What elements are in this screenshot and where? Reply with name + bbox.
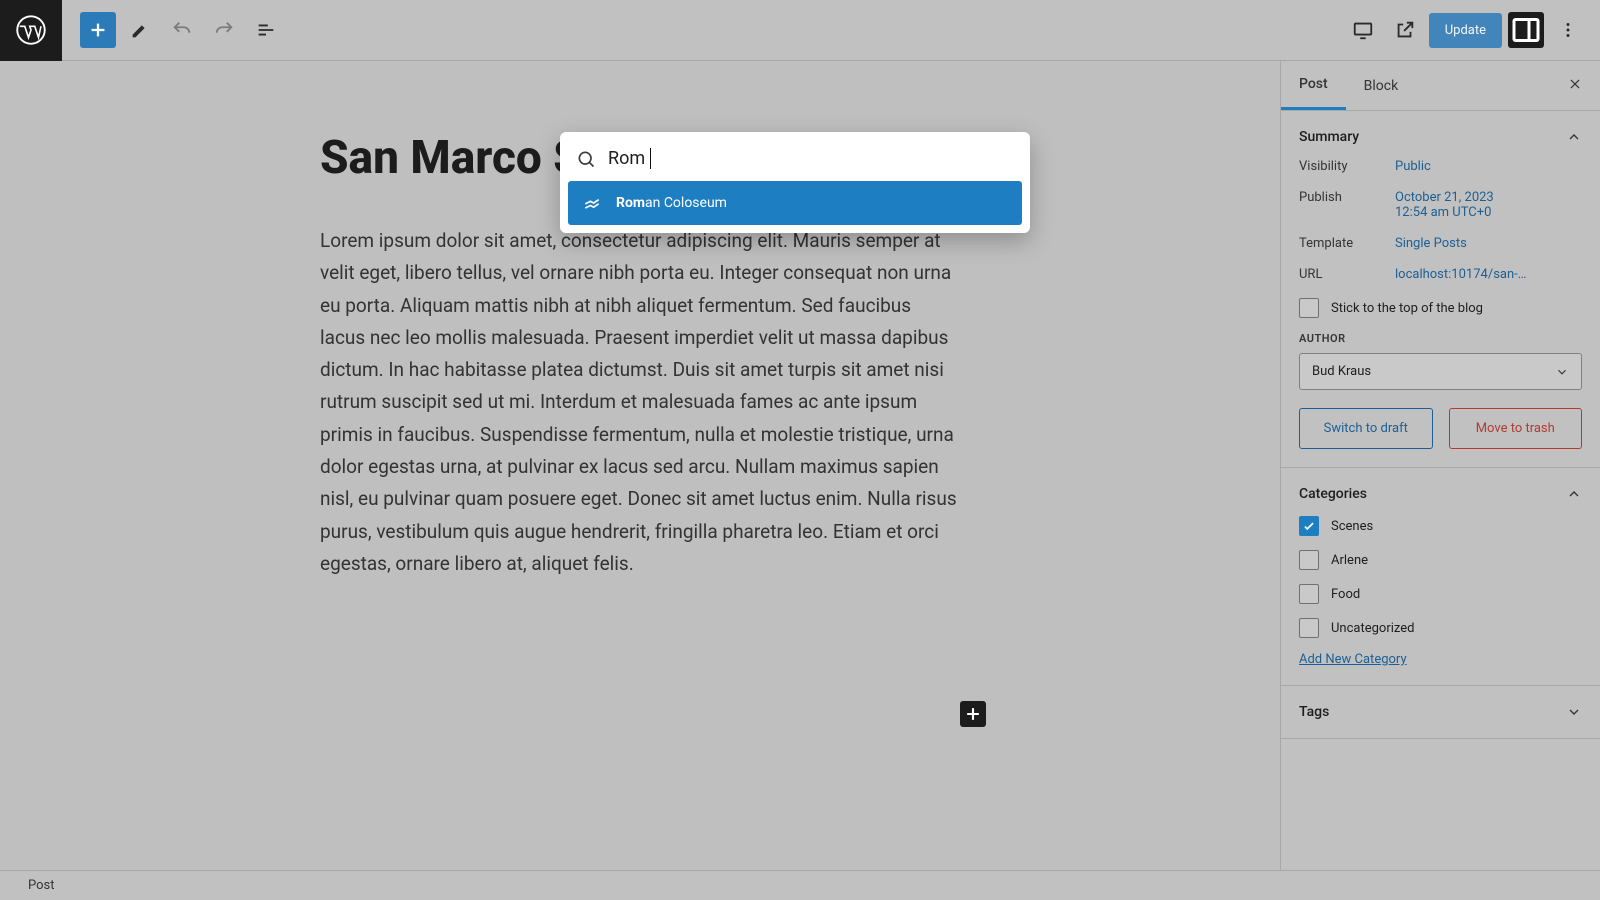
redo-icon bbox=[213, 19, 235, 41]
options-button[interactable] bbox=[1550, 12, 1586, 48]
document-overview-button[interactable] bbox=[248, 12, 284, 48]
editor-footer: Post bbox=[0, 870, 1600, 900]
switch-to-draft-button[interactable]: Switch to draft bbox=[1299, 408, 1433, 449]
add-block-button[interactable] bbox=[80, 12, 116, 48]
update-button[interactable]: Update bbox=[1429, 13, 1502, 48]
chevron-up-icon bbox=[1566, 129, 1582, 145]
pencil-icon bbox=[129, 19, 151, 41]
view-button[interactable] bbox=[1345, 12, 1381, 48]
list-icon bbox=[255, 19, 277, 41]
settings-sidebar-toggle[interactable] bbox=[1508, 12, 1544, 48]
category-row[interactable]: Scenes bbox=[1299, 516, 1582, 536]
top-toolbar: Update bbox=[0, 0, 1600, 61]
row-publish: Publish October 21, 2023 12:54 am UTC+0 bbox=[1299, 190, 1582, 220]
add-block-inline-button[interactable] bbox=[960, 701, 986, 727]
sidebar-tabs: Post Block bbox=[1281, 61, 1600, 111]
check-icon bbox=[1302, 519, 1316, 533]
panel-summary-toggle[interactable]: Summary bbox=[1299, 129, 1582, 145]
close-sidebar-button[interactable] bbox=[1550, 77, 1600, 95]
category-checkbox[interactable] bbox=[1299, 516, 1319, 536]
search-result-pattern[interactable]: Roman Coloseum bbox=[568, 181, 1022, 225]
toolbar-right: Update bbox=[1345, 12, 1600, 48]
category-checkbox[interactable] bbox=[1299, 584, 1319, 604]
settings-sidebar: Post Block Summary Visibility Public Pub… bbox=[1280, 61, 1600, 870]
row-url: URL localhost:10174/san-… bbox=[1299, 267, 1582, 282]
panel-tags-title: Tags bbox=[1299, 704, 1329, 720]
url-label: URL bbox=[1299, 267, 1395, 282]
post-body-paragraph[interactable]: Lorem ipsum dolor sit amet, consectetur … bbox=[320, 225, 960, 580]
author-select[interactable]: Bud Kraus bbox=[1299, 353, 1582, 390]
panel-categories-title: Categories bbox=[1299, 486, 1367, 502]
row-stick[interactable]: Stick to the top of the blog bbox=[1299, 298, 1582, 318]
stick-checkbox[interactable] bbox=[1299, 298, 1319, 318]
category-row[interactable]: Uncategorized bbox=[1299, 618, 1582, 638]
close-icon bbox=[1568, 77, 1582, 91]
row-visibility: Visibility Public bbox=[1299, 159, 1582, 174]
publish-value[interactable]: October 21, 2023 12:54 am UTC+0 bbox=[1395, 190, 1582, 220]
tools-button[interactable] bbox=[122, 12, 158, 48]
pattern-icon bbox=[582, 193, 602, 213]
search-icon bbox=[576, 149, 596, 169]
chevron-down-icon bbox=[1555, 365, 1569, 379]
wordpress-icon bbox=[16, 15, 46, 45]
category-checkbox[interactable] bbox=[1299, 618, 1319, 638]
plus-icon bbox=[87, 19, 109, 41]
panel-categories: Categories Scenes Arlene Food Uncategori… bbox=[1281, 468, 1600, 686]
plus-icon bbox=[963, 704, 983, 724]
template-value[interactable]: Single Posts bbox=[1395, 236, 1582, 251]
publish-label: Publish bbox=[1299, 190, 1395, 205]
toolbar-left bbox=[62, 12, 284, 48]
chevron-up-icon bbox=[1566, 486, 1582, 502]
block-search-row: Rom bbox=[568, 140, 1022, 181]
visibility-value[interactable]: Public bbox=[1395, 159, 1582, 174]
category-checkbox[interactable] bbox=[1299, 550, 1319, 570]
template-label: Template bbox=[1299, 236, 1395, 251]
panel-summary-title: Summary bbox=[1299, 129, 1359, 145]
undo-button[interactable] bbox=[164, 12, 200, 48]
category-label: Food bbox=[1331, 587, 1360, 602]
kebab-icon bbox=[1557, 19, 1579, 41]
tab-post[interactable]: Post bbox=[1281, 61, 1346, 110]
category-label: Scenes bbox=[1331, 519, 1373, 534]
chevron-down-icon bbox=[1566, 704, 1582, 720]
desktop-icon bbox=[1352, 19, 1374, 41]
block-search-popover: Rom Roman Coloseum bbox=[560, 132, 1030, 233]
url-value[interactable]: localhost:10174/san-… bbox=[1395, 267, 1582, 282]
visibility-label: Visibility bbox=[1299, 159, 1395, 174]
stick-label: Stick to the top of the blog bbox=[1331, 301, 1483, 316]
undo-icon bbox=[171, 19, 193, 41]
tab-block[interactable]: Block bbox=[1346, 61, 1417, 110]
panel-tags-toggle[interactable]: Tags bbox=[1299, 704, 1582, 720]
panel-tags: Tags bbox=[1281, 686, 1600, 739]
wp-logo[interactable] bbox=[0, 0, 62, 61]
external-link-icon bbox=[1394, 19, 1416, 41]
breadcrumb[interactable]: Post bbox=[28, 878, 55, 893]
search-result-label: Roman Coloseum bbox=[616, 195, 727, 211]
redo-button[interactable] bbox=[206, 12, 242, 48]
block-search-input[interactable]: Rom bbox=[608, 148, 1014, 169]
panel-categories-toggle[interactable]: Categories bbox=[1299, 486, 1582, 502]
row-template: Template Single Posts bbox=[1299, 236, 1582, 251]
preview-button[interactable] bbox=[1387, 12, 1423, 48]
panel-icon bbox=[1508, 12, 1544, 48]
author-heading: AUTHOR bbox=[1299, 332, 1582, 345]
category-label: Arlene bbox=[1331, 553, 1368, 568]
panel-summary: Summary Visibility Public Publish Octobe… bbox=[1281, 111, 1600, 468]
add-new-category-link[interactable]: Add New Category bbox=[1299, 652, 1582, 667]
author-value: Bud Kraus bbox=[1312, 364, 1371, 379]
category-row[interactable]: Arlene bbox=[1299, 550, 1582, 570]
summary-actions: Switch to draft Move to trash bbox=[1299, 408, 1582, 449]
category-row[interactable]: Food bbox=[1299, 584, 1582, 604]
category-label: Uncategorized bbox=[1331, 621, 1414, 636]
move-to-trash-button[interactable]: Move to trash bbox=[1449, 408, 1583, 449]
